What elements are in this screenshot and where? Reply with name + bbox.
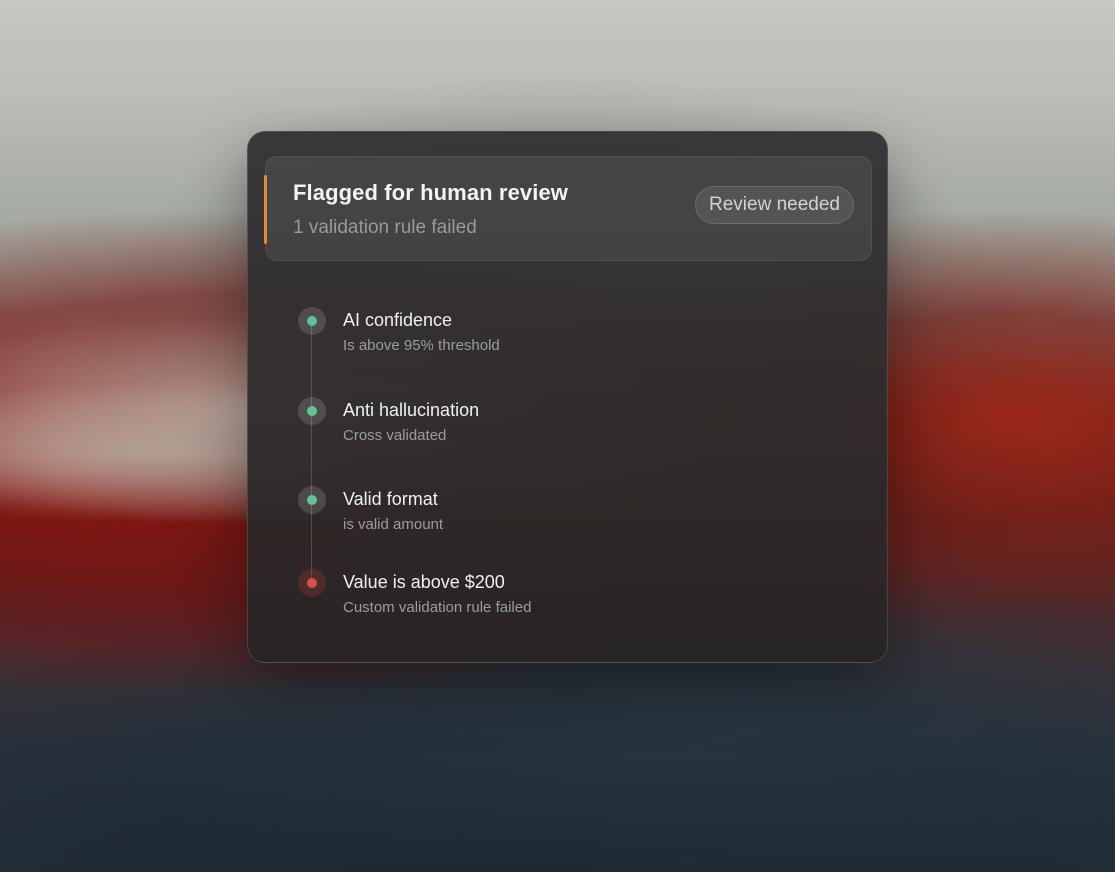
step-description: Is above 95% threshold <box>343 337 500 354</box>
step-title: Anti hallucination <box>343 400 480 420</box>
step-title: Valid format <box>343 489 438 509</box>
validation-step-valid-format: Valid format is valid amount <box>298 486 838 546</box>
fail-dot-icon <box>307 578 317 588</box>
step-status-node <box>298 397 326 425</box>
step-title: AI confidence <box>343 310 453 330</box>
validation-step-value-above-200: Value is above $200 Custom validation ru… <box>298 569 838 629</box>
validation-timeline: AI confidence Is above 95% threshold Ant… <box>248 132 887 662</box>
step-description: Cross validated <box>343 427 447 444</box>
step-title: Value is above $200 <box>343 572 505 592</box>
step-status-node <box>298 569 326 597</box>
check-dot-icon <box>307 495 317 505</box>
validation-step-ai-confidence: AI confidence Is above 95% threshold <box>298 307 838 367</box>
review-panel: Flagged for human review 1 validation ru… <box>247 131 888 663</box>
check-dot-icon <box>307 406 317 416</box>
step-description: Custom validation rule failed <box>343 599 532 616</box>
validation-step-anti-hallucination: Anti hallucination Cross validated <box>298 397 838 457</box>
check-dot-icon <box>307 316 317 326</box>
step-description: is valid amount <box>343 516 444 533</box>
step-status-node <box>298 486 326 514</box>
step-status-node <box>298 307 326 335</box>
